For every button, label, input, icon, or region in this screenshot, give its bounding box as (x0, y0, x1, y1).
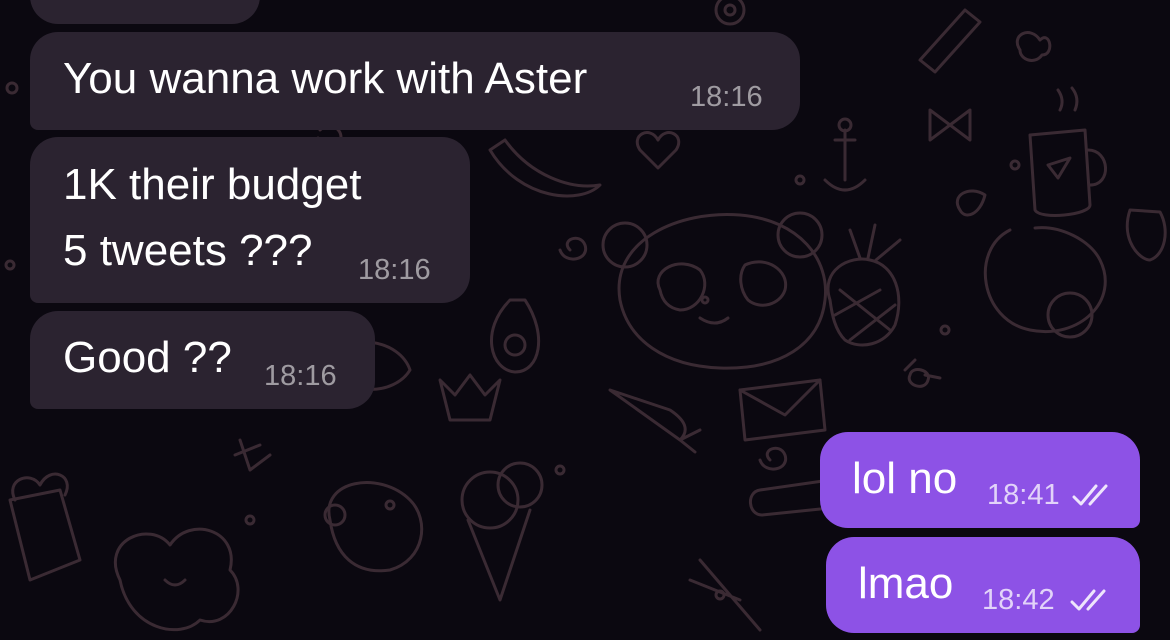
incoming-message[interactable]: 1K their budget 5 tweets ??? 18:16 (30, 137, 470, 303)
crown-doodle-icon (438, 373, 502, 422)
outgoing-message[interactable]: lol no 18:41 (820, 432, 1140, 528)
incoming-message[interactable]: You wanna work with Aster 18:16 (30, 32, 800, 130)
popcorn-doodle-icon (8, 472, 82, 582)
heart-doodle-icon (635, 131, 681, 170)
message-time: 18:41 (987, 479, 1060, 511)
icecream-doodle-icon (460, 461, 544, 602)
fish-doodle-icon (1016, 31, 1052, 62)
message-time: 18:16 (264, 360, 337, 392)
bow-doodle-icon (928, 108, 972, 142)
pineapple-doodle-icon (826, 223, 902, 347)
plant-doodle-icon (233, 438, 272, 472)
flower-doodle-icon (714, 0, 746, 26)
anchor-doodle-icon (823, 117, 867, 192)
incoming-message-partial (30, 0, 260, 24)
double-check-icon (1072, 484, 1108, 506)
strawberry-doodle-icon (1125, 208, 1167, 262)
cat-doodle-icon (983, 226, 1107, 339)
carrot-doodle-icon (608, 388, 702, 454)
banana-doodle-icon (488, 138, 602, 198)
leaf-doodle-icon (956, 189, 987, 217)
pencil-doodle-icon (918, 8, 982, 74)
avocado-doodle-icon (490, 298, 540, 374)
envelope-doodle-icon (738, 378, 827, 442)
candy-doodle-icon (903, 358, 942, 388)
incoming-message[interactable]: Good ?? 18:16 (30, 311, 375, 409)
panda-doodle-icon (601, 211, 828, 370)
umbrella-doodle-icon (688, 558, 762, 632)
message-time: 18:16 (690, 81, 763, 113)
mug-doodle-icon (1028, 86, 1107, 217)
double-check-icon (1070, 589, 1106, 611)
animal-doodle-icon (323, 481, 424, 573)
cloud-doodle-icon (113, 527, 240, 632)
message-time: 18:42 (982, 584, 1055, 616)
outgoing-message[interactable]: lmao 18:42 (826, 537, 1140, 633)
message-time: 18:16 (358, 254, 431, 286)
